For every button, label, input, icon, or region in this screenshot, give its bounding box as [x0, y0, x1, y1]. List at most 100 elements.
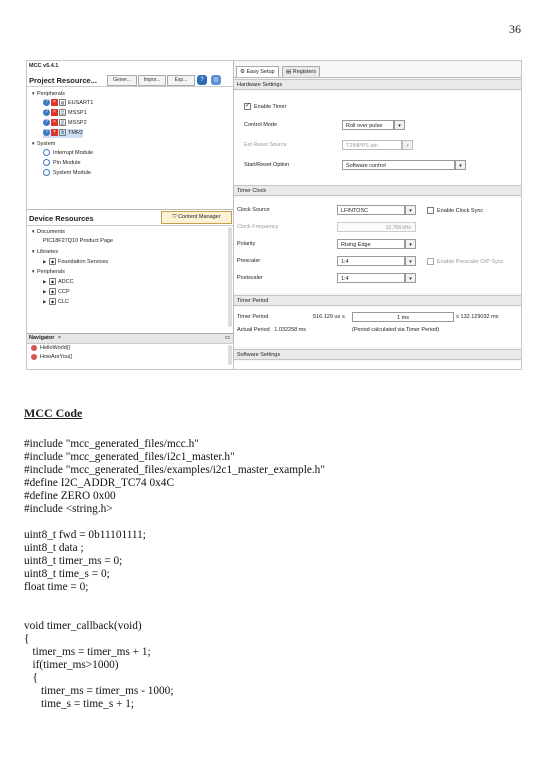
chevron-down-icon[interactable]: ▾	[405, 273, 416, 283]
start-reset-select[interactable]: Software control	[342, 160, 455, 170]
tree-item-label: TMR2	[68, 130, 83, 136]
timer-clock-header[interactable]: Timer Clock	[234, 185, 521, 196]
polarity-select[interactable]: Rising Edge	[337, 239, 405, 249]
code-line: float time = 0;	[24, 581, 89, 593]
tree-item[interactable]: ? × 品 MSSP1	[43, 109, 87, 118]
tree-item[interactable]: PIC18F27Q10 Product Page	[43, 237, 113, 246]
table-icon: ▤	[286, 69, 293, 75]
polarity-label: Polarity	[237, 241, 256, 247]
code-line: uint8_t time_s = 0;	[24, 568, 110, 580]
chevron-down-icon[interactable]: ▾	[455, 160, 466, 170]
tree-folder[interactable]: ▼ Libraries	[31, 247, 58, 256]
generate-button[interactable]: Gener...	[107, 75, 137, 86]
chevron-down-icon[interactable]: ▾	[405, 256, 416, 266]
enable-prescaler-sync-label: Enable Prescaler O/P Sync	[437, 258, 504, 265]
module-icon	[43, 169, 50, 177]
clock-source-select[interactable]: LFINTOSC	[337, 205, 405, 215]
tree-item-label: MSSP2	[68, 120, 87, 126]
start-reset-label: Start/Reset Option	[244, 162, 290, 168]
function-icon	[31, 344, 37, 351]
tree-item[interactable]: ▶ ◆ CCP	[43, 287, 70, 296]
software-settings-header[interactable]: Software Settings	[234, 349, 521, 360]
library-icon: ◆	[49, 288, 56, 296]
tree-item[interactable]: ▶ ◆ ADCC	[43, 277, 74, 286]
enable-prescaler-sync-checkbox[interactable]: Enable Prescaler O/P Sync	[427, 258, 504, 265]
navigator-item[interactable]: HowAreYou()	[31, 353, 73, 362]
tree-folder[interactable]: ▼ System	[31, 139, 55, 148]
hardware-settings-body: ✓ Enable Timer Control Mode Roll over pul…	[234, 91, 521, 185]
tree-item[interactable]: ? × 品 MSSP2	[43, 119, 87, 128]
prescaler-select[interactable]: 1:4	[337, 256, 405, 266]
code-line: #define ZERO 0x00	[24, 490, 116, 502]
ext-reset-select[interactable]: T2INPPS pin	[342, 140, 402, 150]
device-resources-scrollbar[interactable]	[228, 227, 232, 327]
navigator-scrollbar[interactable]	[228, 345, 232, 365]
code-line: #include "mcc_generated_files/examples/i…	[24, 464, 325, 476]
timer-period-max: ≤ 132.129032 ms	[456, 314, 499, 320]
navigator-minimize-icon[interactable]: ▭	[225, 334, 230, 343]
library-icon: ◆	[49, 258, 56, 266]
code-line: #include <string.h>	[24, 503, 113, 515]
navigator-title: Navigator	[29, 335, 55, 341]
help-icon[interactable]: ?	[197, 75, 207, 85]
content-manager-button[interactable]: ⛉ Content Manager	[161, 211, 232, 224]
chevron-down-icon[interactable]: ▾	[405, 239, 416, 249]
tree-item-label: PIC18F27Q10 Product Page	[43, 238, 114, 244]
tab-easy-setup[interactable]: ⚙ Easy Setup	[236, 66, 279, 77]
mcc-version: MCC v5.4.1	[29, 63, 59, 69]
prescaler-label: Prescaler	[237, 258, 261, 264]
library-icon: ◆	[49, 278, 56, 286]
tree-item[interactable]: System Module	[43, 169, 91, 178]
code-line: void timer_callback(void)	[24, 620, 142, 632]
peripheral-icon: 品	[59, 109, 66, 117]
hardware-settings-header[interactable]: Hardware Settings	[234, 79, 521, 90]
tree-item-label: CCP	[58, 289, 70, 295]
code-line: #include "mcc_generated_files/i2c1_maste…	[24, 451, 235, 463]
tree-item[interactable]: Pin Module	[43, 159, 81, 168]
timer-period-header[interactable]: Timer Period	[234, 295, 521, 306]
period-note: (Period calculated via Timer Period)	[352, 327, 440, 333]
tree-item[interactable]: ? × ⏱ TMR2	[43, 129, 83, 138]
enable-clock-sync-label: Enable Clock Sync	[437, 207, 484, 214]
navigator-close-icon[interactable]: ×	[58, 335, 61, 341]
export-button[interactable]: Exp...	[167, 75, 195, 86]
code-line: time_s = time_s + 1;	[24, 698, 135, 710]
navigator-item[interactable]: HelloWorld()	[31, 344, 70, 353]
tree-folder[interactable]: ▼ Peripherals	[31, 267, 65, 276]
help-icon: ?	[43, 109, 50, 117]
tree-item[interactable]: ▶ ◆ CLC	[43, 297, 69, 306]
remove-icon[interactable]: ×	[51, 119, 58, 127]
library-icon: ◆	[49, 298, 56, 306]
chevron-down-icon[interactable]: ▾	[394, 120, 405, 130]
tree-item[interactable]: Interrupt Module	[43, 149, 93, 158]
tree-item[interactable]: ▶ ◆ Foundation Services	[43, 257, 108, 266]
ext-reset-label: Ext Reset Source	[244, 142, 287, 148]
tree-item[interactable]: ? × ▤ EUSART1	[43, 99, 93, 108]
checkbox-checked-icon: ✓	[244, 103, 251, 110]
code-line: #define I2C_ADDR_TC74 0x4C	[24, 477, 174, 489]
tree-item-label: System Module	[53, 170, 91, 176]
remove-icon[interactable]: ×	[51, 99, 58, 107]
chevron-down-icon[interactable]: ▾	[405, 205, 416, 215]
tree-folder[interactable]: ▼ Documents	[31, 227, 65, 236]
chevron-down-icon[interactable]: ▾	[402, 140, 413, 150]
page-number: 36	[509, 22, 521, 36]
peripheral-icon: ⏱	[59, 129, 66, 137]
code-line: timer_ms = timer_ms + 1;	[24, 646, 151, 658]
remove-icon[interactable]: ×	[51, 109, 58, 117]
import-button[interactable]: Impor...	[138, 75, 166, 86]
control-mode-select[interactable]: Roll over pulse	[342, 120, 394, 130]
setup-tabs: ⚙ Easy Setup ▤ Registers	[234, 65, 521, 78]
postscaler-select[interactable]: 1:4	[337, 273, 405, 283]
project-resources-title: Project Resource...	[29, 76, 97, 85]
code-line: uint8_t fwd = 0b11101111;	[24, 529, 146, 541]
remove-icon[interactable]: ×	[51, 129, 58, 137]
mcc-screenshot: MCC v5.4.1 Project Resource... Gener... …	[26, 60, 522, 370]
tab-registers[interactable]: ▤ Registers	[282, 66, 320, 77]
tree-folder[interactable]: ▼ Peripherals	[31, 89, 65, 98]
timer-period-input[interactable]: 1 ms	[352, 312, 454, 322]
enable-clock-sync-checkbox[interactable]: Enable Clock Sync	[427, 207, 483, 214]
code-line: {	[24, 633, 30, 645]
enable-timer-checkbox[interactable]: ✓ Enable Timer	[244, 103, 286, 110]
globe-icon[interactable]: ◎	[211, 75, 221, 85]
